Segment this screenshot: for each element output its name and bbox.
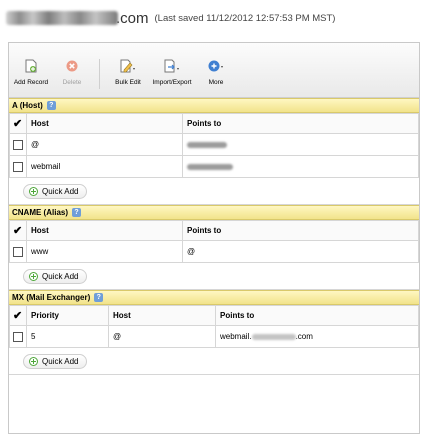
quick-add-label: Quick Add [42,356,79,366]
toolbar-divider [99,59,100,89]
plus-icon [29,271,38,281]
bulk-edit-icon [120,59,136,73]
mx-record-section: MX (Mail Exchanger) ? ✔ Priority Host Po… [9,290,419,375]
select-all-checkmark-icon[interactable]: ✔ [13,118,22,130]
import-export-button[interactable]: Import/Export [150,59,194,86]
table-header-row: ✔ Host Points to [9,220,419,241]
table-header-row: ✔ Priority Host Points to [9,305,419,326]
add-record-icon [25,59,37,73]
cname-section-header: CNAME (Alias) ? [9,205,419,220]
quick-add-button[interactable]: Quick Add [23,183,88,199]
table-row[interactable]: 5 @ webmail. .com [9,325,419,348]
a-section-title: A (Host) [12,101,43,110]
add-record-button[interactable]: Add Record [12,59,50,86]
host-cell: www [26,240,183,263]
points-to-column-header: Points to [182,113,419,134]
row-checkbox[interactable] [13,246,23,257]
table-row[interactable]: webmail [9,155,419,178]
a-records-table: ✔ Host Points to @ webmail [9,113,419,178]
quick-add-row: Quick Add [9,348,419,374]
points-to-suffix: .com [295,332,313,341]
table-header-row: ✔ Host Points to [9,113,419,134]
delete-button[interactable]: Delete [53,59,91,86]
mx-section-header: MX (Mail Exchanger) ? [9,290,419,305]
last-saved-text: (Last saved 11/12/2012 12:57:53 PM MST) [154,12,336,24]
a-section-header: A (Host) ? [9,98,419,113]
points-to-column-header: Points to [182,220,419,241]
help-icon[interactable]: ? [46,101,56,110]
a-record-section: A (Host) ? ✔ Host Points to @ webmail Qu… [9,98,419,205]
plus-icon [29,186,38,196]
redacted-ip-address [187,141,227,148]
toolbar: Add Record Delete Bulk Edit Import/Expor… [9,43,419,98]
row-checkbox[interactable] [13,331,23,342]
redacted-domain-part [251,333,296,340]
quick-add-label: Quick Add [42,186,79,196]
priority-cell: 5 [26,325,109,348]
more-button[interactable]: More [197,59,235,86]
host-cell: @ [26,133,183,156]
quick-add-row: Quick Add [9,263,419,289]
points-to-cell: webmail. .com [215,325,419,348]
select-all-checkmark-icon[interactable]: ✔ [13,225,22,237]
redacted-ip-address [187,163,233,170]
domain-suffix: .com [116,9,149,27]
cname-section-title: CNAME (Alias) [12,208,69,217]
row-checkbox[interactable] [13,139,23,150]
bulk-edit-button[interactable]: Bulk Edit [109,59,147,86]
delete-label: Delete [62,79,82,86]
bulk-edit-label: Bulk Edit [115,79,141,86]
host-cell: @ [108,325,216,348]
mx-section-title: MX (Mail Exchanger) [12,293,91,302]
points-to-column-header: Points to [215,305,419,326]
quick-add-button[interactable]: Quick Add [23,268,88,284]
row-checkbox[interactable] [13,161,23,172]
quick-add-row: Quick Add [9,178,419,204]
points-to-prefix: webmail. [220,332,252,341]
cname-record-section: CNAME (Alias) ? ✔ Host Points to www @ Q… [9,205,419,290]
import-export-icon [164,59,180,73]
priority-column-header: Priority [26,305,109,326]
host-column-header: Host [108,305,216,326]
table-row[interactable]: @ [9,133,419,156]
host-column-header: Host [26,220,183,241]
host-column-header: Host [26,113,183,134]
dns-zone-editor: Add Record Delete Bulk Edit Import/Expor… [8,42,420,434]
table-row[interactable]: www @ [9,240,419,263]
title-bar: .com (Last saved 11/12/2012 12:57:53 PM … [6,8,335,28]
redacted-domain-name [6,11,118,25]
delete-icon [66,59,78,73]
quick-add-label: Quick Add [42,271,79,281]
select-all-checkmark-icon[interactable]: ✔ [13,310,22,322]
points-to-cell: @ [182,240,419,263]
more-icon [208,59,224,73]
more-label: More [208,79,224,86]
quick-add-button[interactable]: Quick Add [23,353,88,369]
add-record-label: Add Record [13,79,49,86]
mx-records-table: ✔ Priority Host Points to 5 @ webmail. .c… [9,305,419,348]
cname-records-table: ✔ Host Points to www @ [9,220,419,263]
points-to-cell [182,155,419,178]
plus-icon [29,356,38,366]
host-cell: webmail [26,155,183,178]
help-icon[interactable]: ? [72,208,82,217]
points-to-cell [182,133,419,156]
help-icon[interactable]: ? [94,293,104,302]
import-export-label: Import/Export [152,79,192,86]
